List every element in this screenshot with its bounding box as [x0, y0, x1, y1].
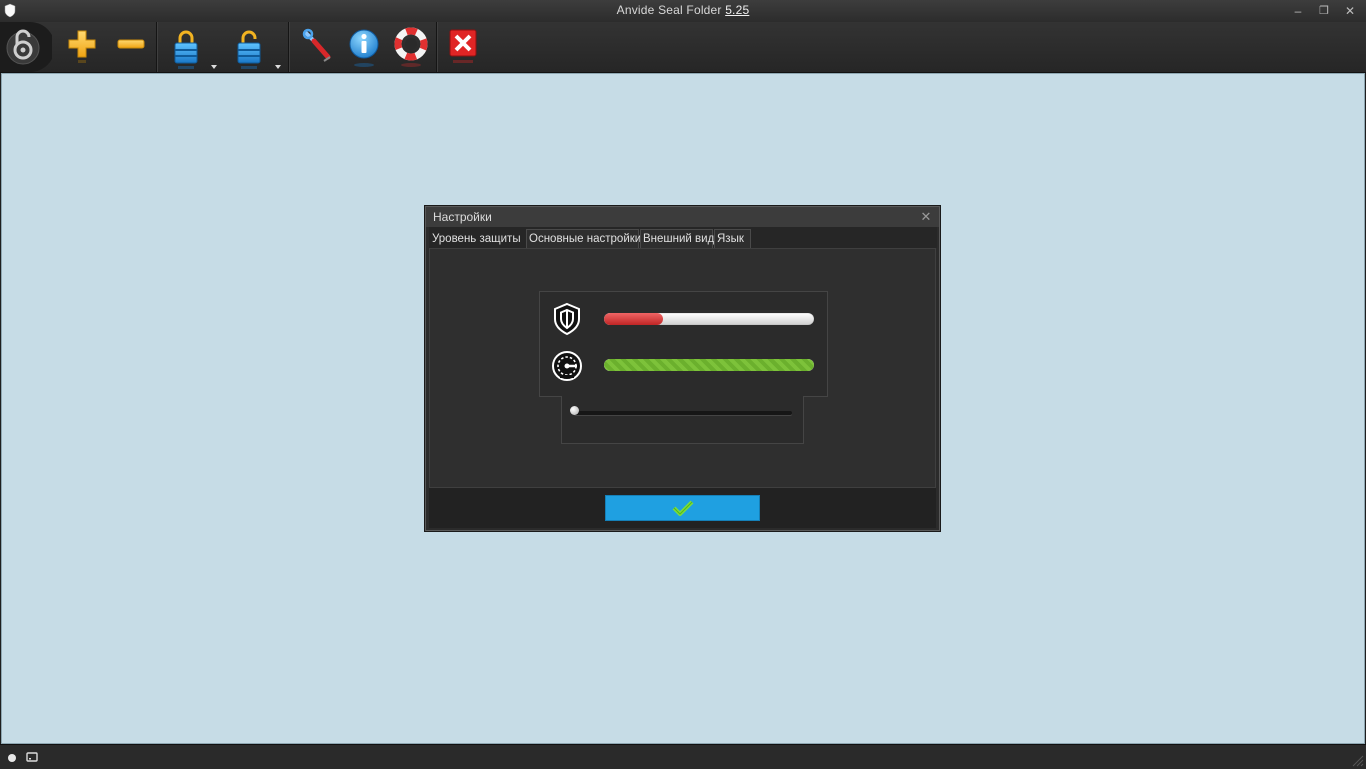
status-bar: [0, 744, 1366, 769]
minus-icon: [117, 39, 145, 49]
exit-button[interactable]: [443, 24, 483, 70]
lock-closed-icon: [174, 30, 198, 69]
speed-level-bar: [604, 359, 814, 371]
window-close-button[interactable]: ✕: [1338, 2, 1362, 20]
plus-icon: [68, 30, 96, 63]
toolbar-separator: [156, 22, 157, 72]
window-title: Anvide Seal Folder 5.25: [0, 3, 1366, 17]
settings-button[interactable]: [296, 24, 336, 70]
level-slider-track[interactable]: [574, 411, 792, 415]
add-folder-button[interactable]: [62, 24, 102, 70]
open-access-button[interactable]: [229, 24, 269, 70]
lifebuoy-icon: [394, 27, 428, 67]
exit-icon: [449, 29, 477, 63]
toolbar-separator: [436, 22, 437, 72]
dialog-title: Настройки: [433, 210, 492, 224]
tab-language[interactable]: Язык: [714, 229, 751, 248]
tab-appearance[interactable]: Внешний вид: [640, 229, 714, 248]
remove-folder-button[interactable]: [111, 24, 151, 70]
security-level-fill: [604, 313, 663, 325]
window-title-text: Anvide Seal Folder: [616, 3, 722, 17]
tab-security-level[interactable]: Уровень защиты: [429, 227, 525, 248]
dialog-titlebar: Настройки ✕: [426, 207, 939, 227]
help-button[interactable]: [390, 24, 430, 70]
status-indicator-icon: [8, 754, 16, 762]
about-button[interactable]: [343, 24, 383, 70]
lock-unlocked-icon: [237, 30, 261, 69]
speedometer-icon: [552, 351, 582, 381]
drive-icon[interactable]: [26, 751, 38, 763]
window-version: 5.25: [725, 3, 750, 17]
close-access-menu-arrow-icon[interactable]: [209, 62, 219, 72]
minimize-button[interactable]: –: [1286, 2, 1310, 20]
resize-grip-icon[interactable]: [1350, 753, 1364, 767]
tab-main-settings[interactable]: Основные настройки: [526, 229, 641, 248]
restore-button[interactable]: ❐: [1312, 2, 1336, 20]
security-meter-box: [539, 291, 828, 397]
tab-bar: Уровень защиты Основные настройки Внешни…: [429, 227, 937, 248]
window-titlebar: Anvide Seal Folder 5.25 – ❐ ✕: [0, 0, 1366, 23]
dialog-footer: [429, 488, 936, 528]
info-icon: [349, 29, 379, 67]
open-access-menu-arrow-icon[interactable]: [273, 62, 283, 72]
shield-icon: [554, 302, 580, 336]
settings-dialog: Настройки ✕ Уровень защиты Основные наст…: [425, 206, 940, 531]
checkmark-icon: [672, 500, 694, 516]
level-slider-box: [561, 396, 804, 444]
dialog-close-button[interactable]: ✕: [919, 209, 933, 225]
toolbar: [0, 22, 1366, 73]
security-level-bar: [604, 313, 814, 325]
level-slider-thumb[interactable]: [570, 406, 579, 415]
lock-status-button[interactable]: [0, 22, 52, 72]
security-level-panel: [429, 248, 936, 488]
wrench-icon: [302, 28, 331, 62]
toolbar-separator: [288, 22, 289, 72]
speed-level-fill: [604, 359, 814, 371]
close-access-button[interactable]: [166, 24, 206, 70]
ok-button[interactable]: [605, 495, 760, 521]
lock-open-icon: [0, 22, 52, 72]
